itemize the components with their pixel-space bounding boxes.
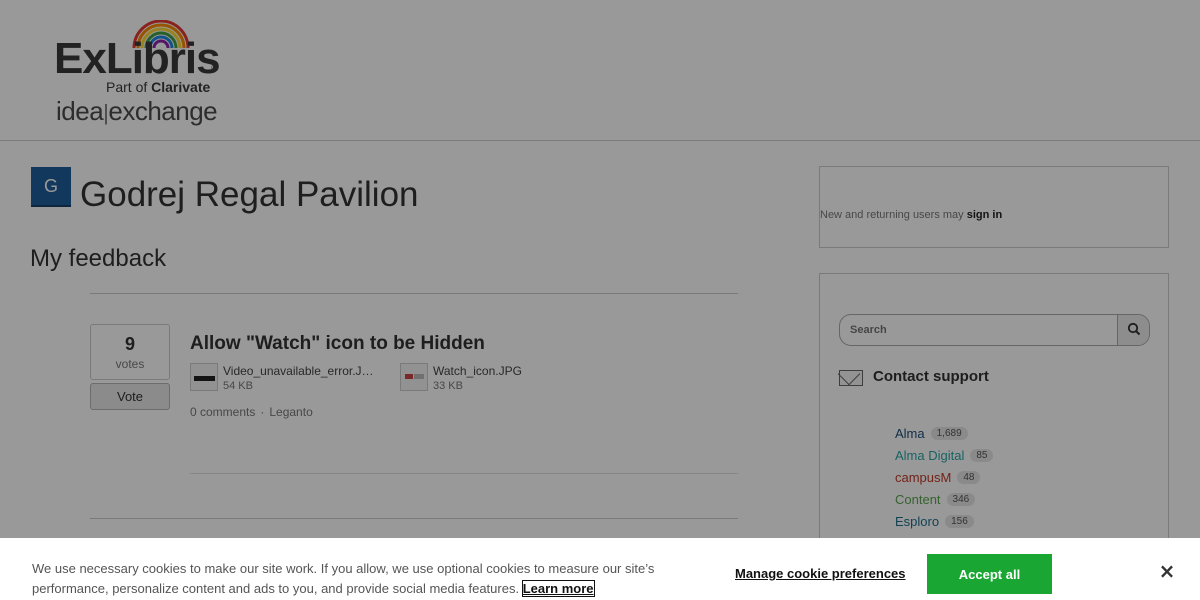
category-name: Content [895, 491, 941, 507]
category-name: Alma Digital [895, 447, 965, 463]
meta-separator: · [260, 405, 265, 419]
category-count-badge: 48 [957, 470, 981, 484]
category-name: Esploro [895, 513, 940, 529]
logo-part-of: Part of Clarivate [106, 79, 210, 95]
forum-title: Godrej Regal Pavilion [80, 175, 419, 214]
category-count-badge: 156 [945, 514, 974, 528]
vote-button[interactable]: Vote [90, 383, 170, 410]
vote-count-box: 9 votes [90, 324, 170, 380]
search-input[interactable] [840, 315, 1118, 345]
vote-count-label: votes [115, 357, 145, 371]
signin-text: New and returning users may sign in [820, 209, 1002, 221]
logo-exchange: exchange [108, 96, 218, 126]
forum-avatar: G [31, 167, 71, 207]
idea-title-link[interactable]: Allow "Watch" icon to be Hidden [190, 333, 485, 355]
logo-wordmark: ExLibris [54, 34, 221, 83]
contact-support-label: Contact support [873, 368, 989, 385]
attachment-thumbnail [190, 363, 218, 391]
comments-link[interactable]: 0 comments [190, 405, 255, 419]
attachment-size: 54 KB [223, 380, 253, 392]
category-count-badge: 346 [946, 492, 976, 506]
category-item[interactable]: Alma 1,689 [895, 422, 993, 444]
accept-all-button[interactable]: Accept all [927, 554, 1052, 594]
attachment-item[interactable]: Video_unavailable_error.J… 54 KB [190, 363, 380, 393]
cookie-message: We use necessary cookies to make our sit… [32, 559, 682, 599]
idea-meta: 0 comments · Leganto [190, 405, 313, 419]
divider [90, 518, 738, 519]
attachment-name: Watch_icon.JPG [433, 364, 522, 378]
category-name: campusM [895, 469, 952, 485]
category-item[interactable]: campusM 48 [895, 466, 993, 488]
logo-idea: idea [56, 96, 104, 126]
search-box [839, 314, 1150, 346]
search-button[interactable] [1117, 315, 1149, 345]
signin-prefix: New and returning users may [820, 209, 967, 221]
divider [190, 473, 738, 474]
exlibris-logo[interactable]: ExLibris ® Part of Clarivate idea|exchan… [54, 20, 224, 130]
category-name: Alma [895, 425, 925, 441]
close-icon[interactable]: × [1155, 559, 1179, 583]
attachment-name: Video_unavailable_error.J… [223, 364, 374, 378]
logo-clarivate: Clarivate [151, 79, 211, 95]
search-icon [1127, 322, 1140, 335]
cookie-banner: We use necessary cookies to make our sit… [0, 538, 1200, 600]
category-count-badge: 1,689 [930, 426, 968, 440]
divider [90, 293, 738, 294]
category-list: Alma 1,689 Alma Digital 85 campusM 48 Content 3… [895, 422, 994, 532]
sidebar-panel: Contact support Alma 1,689 Alma Digital 85 c… [819, 273, 1169, 573]
learn-more-link[interactable]: Learn more [521, 580, 595, 597]
manage-cookie-preferences-link[interactable]: Manage cookie preferences [735, 566, 906, 581]
category-link[interactable]: Leganto [269, 405, 312, 419]
section-title: My feedback [30, 245, 167, 272]
vote-count: 9 [124, 334, 135, 354]
category-item[interactable]: Content 346 [895, 488, 993, 510]
category-item[interactable]: Esploro 156 [895, 510, 993, 532]
attachment-size: 33 KB [433, 380, 463, 392]
attachment-thumbnail [400, 363, 428, 391]
site-header: ExLibris ® Part of Clarivate idea|exchan… [0, 0, 1200, 141]
envelope-icon [839, 370, 863, 386]
category-count-badge: 85 [970, 448, 994, 462]
logo-idea-exchange: idea|exchange [56, 96, 218, 127]
logo-registered-mark: ® [211, 64, 217, 73]
category-item[interactable]: Alma Digital 85 [895, 444, 994, 466]
signin-link[interactable]: sign in [967, 209, 1002, 221]
signin-panel: New and returning users may sign in [819, 166, 1169, 248]
logo-part-of-prefix: Part of [106, 79, 152, 95]
attachment-item[interactable]: Watch_icon.JPG 33 KB [400, 363, 560, 393]
